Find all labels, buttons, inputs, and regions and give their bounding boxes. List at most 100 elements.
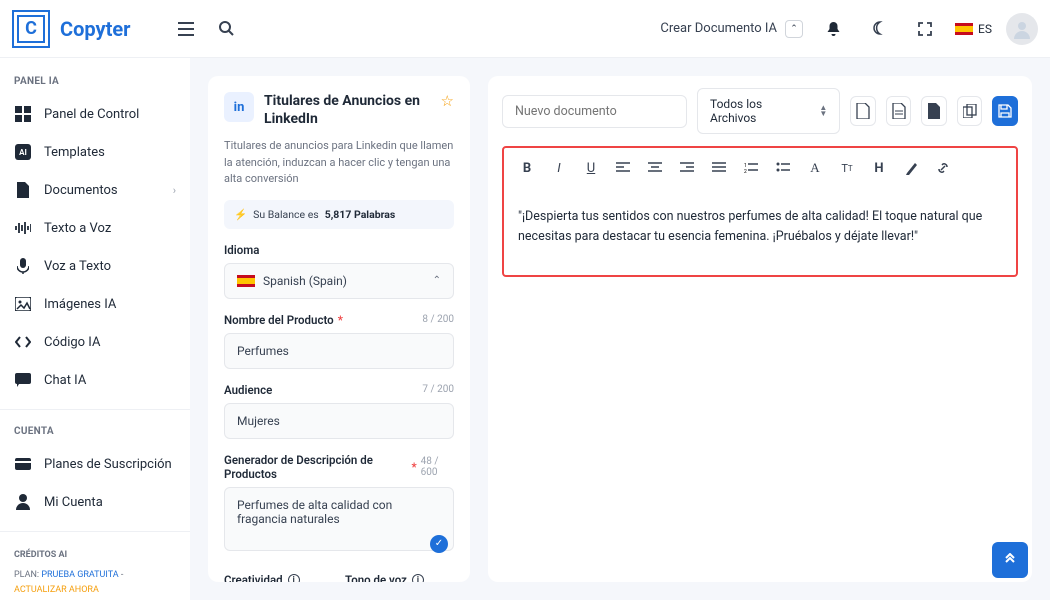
flag-es-icon xyxy=(237,275,255,287)
sidebar-item-stt[interactable]: Voz a Texto xyxy=(0,247,190,285)
sidebar-item-label: Panel de Control xyxy=(44,107,139,122)
search-icon[interactable] xyxy=(210,13,242,45)
underline-button[interactable]: U xyxy=(578,156,604,180)
save-button[interactable] xyxy=(992,96,1018,126)
dashboard-icon xyxy=(14,105,32,123)
language-select[interactable]: Spanish (Spain) ⌃ xyxy=(224,263,454,299)
link-button[interactable] xyxy=(930,156,956,180)
sidebar-item-tts[interactable]: Texto a Voz xyxy=(0,209,190,247)
image-icon xyxy=(14,295,32,313)
language-selector[interactable]: ES xyxy=(955,22,992,36)
sidebar-item-templates[interactable]: AI Templates xyxy=(0,133,190,171)
unordered-list-button[interactable] xyxy=(770,156,796,180)
sidebar-item-label: Imágenes IA xyxy=(44,297,116,312)
logo: C xyxy=(12,10,50,48)
create-document-dropdown[interactable]: Crear Documento IA ⌃ xyxy=(660,20,803,38)
align-left-button[interactable] xyxy=(610,156,636,180)
italic-button[interactable]: I xyxy=(546,156,572,180)
upgrade-link[interactable]: ACTUALIZAR AHORA xyxy=(14,585,99,595)
dark-mode-icon[interactable] xyxy=(863,13,895,45)
align-justify-button[interactable] xyxy=(706,156,732,180)
sidebar-item-label: Templates xyxy=(44,145,105,160)
svg-text:AI: AI xyxy=(19,148,27,157)
chat-icon xyxy=(14,371,32,389)
sidebar-section-account: CUENTA xyxy=(0,420,190,445)
main-content: in Titulares de Anuncios en LinkedIn ☆ T… xyxy=(190,58,1050,600)
export-pdf-icon[interactable] xyxy=(886,96,912,126)
info-icon[interactable]: i xyxy=(288,574,300,582)
credits-heading: CRÉDITOS AI xyxy=(14,548,176,562)
sidebar-item-label: Voz a Texto xyxy=(44,259,111,274)
description-textarea[interactable] xyxy=(224,487,454,551)
bell-icon[interactable] xyxy=(817,13,849,45)
align-center-button[interactable] xyxy=(642,156,668,180)
mic-icon xyxy=(14,257,32,275)
bold-button[interactable]: B xyxy=(514,156,540,180)
editor-content[interactable]: "¡Despierta tus sentidos con nuestros pe… xyxy=(504,189,1016,275)
chevron-right-icon: › xyxy=(173,184,176,197)
sidebar-section-panel: PANEL IA xyxy=(0,70,190,95)
app-header: C Copyter Crear Documento IA ⌃ ES xyxy=(0,0,1050,58)
user-avatar[interactable] xyxy=(1006,13,1038,45)
heading-button[interactable]: H xyxy=(866,156,892,180)
sidebar-item-dashboard[interactable]: Panel de Control xyxy=(0,95,190,133)
document-icon xyxy=(14,181,32,199)
editor-panel: Todos los Archivos ▲▼ B I U 12 A TT xyxy=(488,76,1032,582)
chevron-up-icon: ⌃ xyxy=(433,275,441,286)
card-icon xyxy=(14,455,32,473)
info-icon[interactable]: i xyxy=(412,574,424,582)
sidebar-item-plans[interactable]: Planes de Suscripción xyxy=(0,445,190,483)
product-name-input[interactable] xyxy=(224,333,454,369)
highlight-button[interactable] xyxy=(898,156,924,180)
audience-input[interactable] xyxy=(224,403,454,439)
sidebar-item-documents[interactable]: Documentos › xyxy=(0,171,190,209)
plan-line: PLAN: PRUEBA GRATUITA - ACTUALIZAR AHORA xyxy=(14,568,176,597)
sidebar-item-label: Chat IA xyxy=(44,373,86,388)
font-family-button[interactable]: A xyxy=(802,156,828,180)
audience-count: 7 / 200 xyxy=(422,384,454,395)
audio-wave-icon xyxy=(14,219,32,237)
favorite-star-icon[interactable]: ☆ xyxy=(441,92,454,110)
creativity-label: Creatividad xyxy=(224,573,283,582)
ordered-list-button[interactable]: 12 xyxy=(738,156,764,180)
product-name-label: Nombre del Producto xyxy=(224,313,334,327)
svg-text:2: 2 xyxy=(744,169,747,174)
language-value: Spanish (Spain) xyxy=(263,274,347,288)
sidebar-item-label: Mi Cuenta xyxy=(44,495,103,510)
template-description: Titulares de anuncios para Linkedin que … xyxy=(224,138,454,188)
sidebar-item-label: Código IA xyxy=(44,335,100,350)
menu-toggle-icon[interactable] xyxy=(170,13,202,45)
chevron-up-icon: ⌃ xyxy=(785,20,803,38)
sidebar: PANEL IA Panel de Control AI Templates D… xyxy=(0,58,190,600)
template-title: Titulares de Anuncios en LinkedIn xyxy=(264,92,431,128)
tone-label: Tono de voz xyxy=(345,573,407,582)
sidebar-item-label: Texto a Voz xyxy=(44,221,111,236)
files-select[interactable]: Todos los Archivos ▲▼ xyxy=(697,88,840,134)
font-size-button[interactable]: TT xyxy=(834,156,860,180)
scroll-top-button[interactable] xyxy=(992,542,1028,578)
align-right-button[interactable] xyxy=(674,156,700,180)
export-word-icon[interactable] xyxy=(850,96,876,126)
linkedin-icon: in xyxy=(224,92,254,122)
export-txt-icon[interactable] xyxy=(921,96,947,126)
fullscreen-icon[interactable] xyxy=(909,13,941,45)
sidebar-item-account[interactable]: Mi Cuenta xyxy=(0,483,190,521)
sidebar-item-images[interactable]: Imágenes IA xyxy=(0,285,190,323)
document-name-input[interactable] xyxy=(502,95,687,128)
sidebar-item-label: Planes de Suscripción xyxy=(44,457,172,472)
plan-name-link[interactable]: PRUEBA GRATUITA xyxy=(41,570,118,580)
product-name-count: 8 / 200 xyxy=(422,314,454,325)
balance-info: ⚡ Su Balance es 5,817 Palabras xyxy=(224,200,454,229)
language-code: ES xyxy=(978,22,992,36)
editor-toolbar: B I U 12 A TT H xyxy=(504,148,1016,189)
copy-icon[interactable] xyxy=(957,96,983,126)
description-count: 48 / 600 xyxy=(421,456,454,478)
user-icon xyxy=(14,493,32,511)
description-label: Generador de Descripción de Productos xyxy=(224,453,407,481)
editor-frame: B I U 12 A TT H "¡Despierta tus sentidos… xyxy=(502,146,1018,277)
language-label: Idioma xyxy=(224,243,454,257)
ai-icon: AI xyxy=(14,143,32,161)
sidebar-item-code[interactable]: Código IA xyxy=(0,323,190,361)
template-form-panel: in Titulares de Anuncios en LinkedIn ☆ T… xyxy=(208,76,470,582)
sidebar-item-chat[interactable]: Chat IA xyxy=(0,361,190,399)
